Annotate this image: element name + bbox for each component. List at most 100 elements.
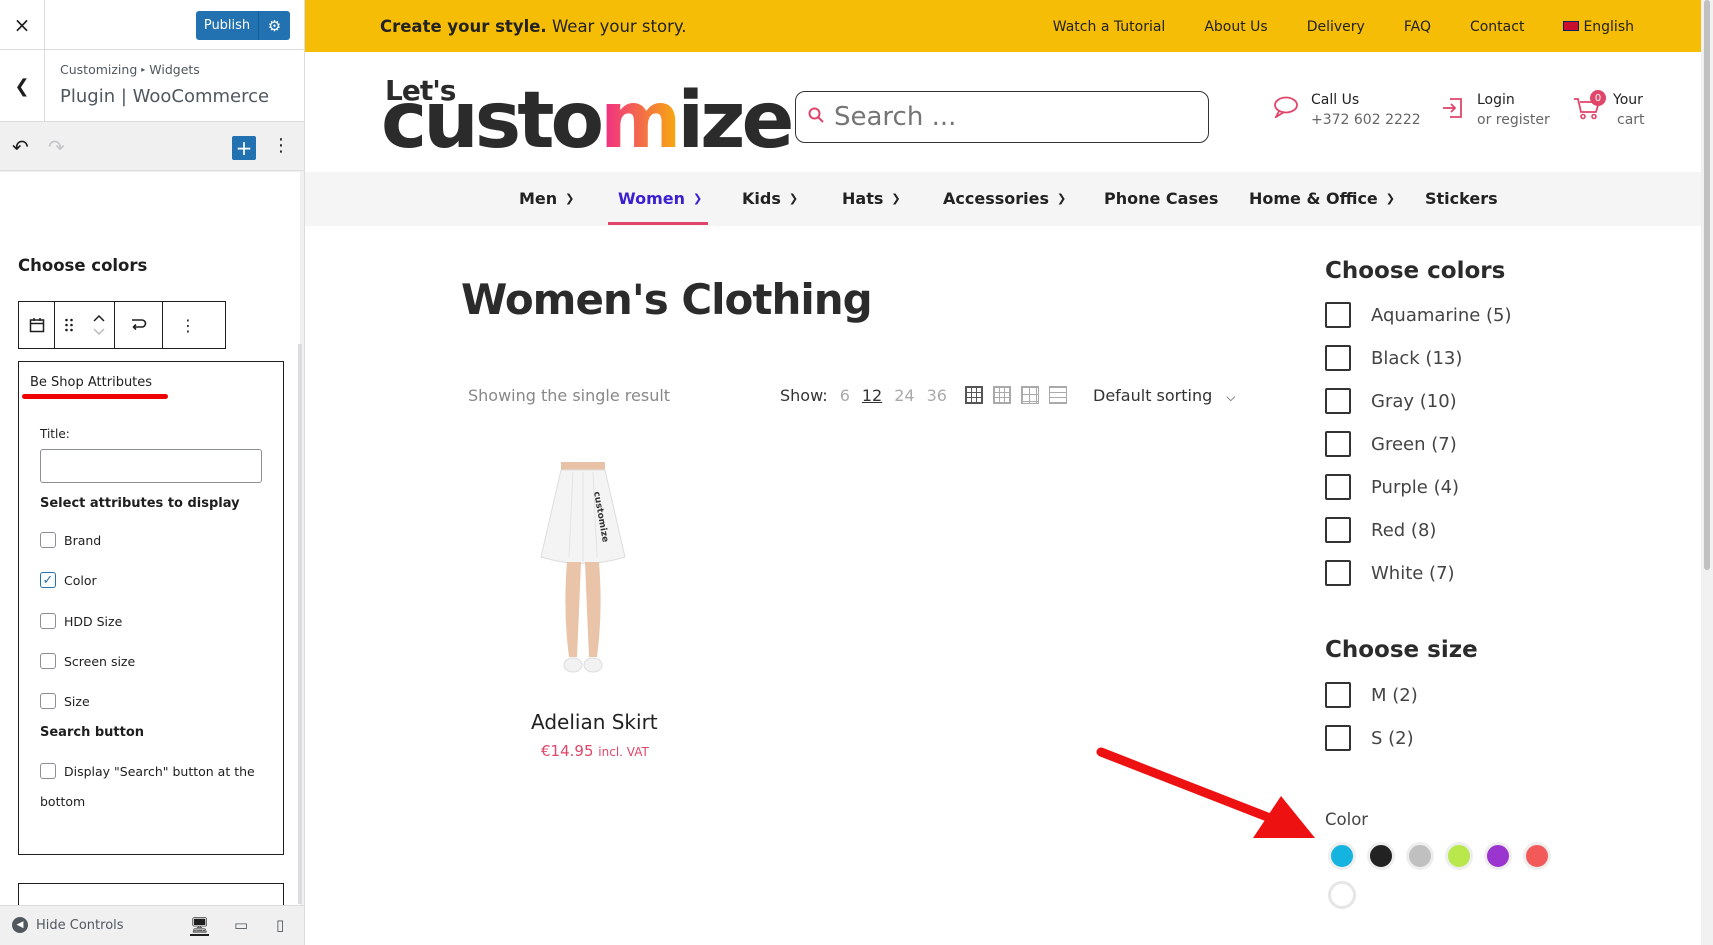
nav-stickers[interactable]: Stickers xyxy=(1425,189,1498,208)
more-options-icon[interactable]: ⋮ xyxy=(272,135,290,156)
filter-aquamarine[interactable]: Aquamarine (5) xyxy=(1325,302,1512,328)
nav-home-office[interactable]: Home & Office ❯ xyxy=(1249,189,1395,208)
gear-icon[interactable]: ⚙ xyxy=(258,11,290,40)
hdd-size-checkbox[interactable] xyxy=(40,613,56,629)
show-6[interactable]: 6 xyxy=(840,386,850,405)
results-count: Showing the single result xyxy=(468,386,671,405)
login[interactable]: Login or register xyxy=(1441,92,1550,128)
show-12[interactable]: 12 xyxy=(862,386,882,405)
sort-select[interactable]: Default sorting ⌵ xyxy=(1093,386,1235,405)
color-swatch-red[interactable] xyxy=(1523,842,1551,870)
product-name[interactable]: Adelian Skirt xyxy=(531,710,658,734)
publish-button[interactable]: Publish xyxy=(196,11,258,40)
color-checkbox[interactable]: ✓ xyxy=(40,572,56,588)
login-label: Login xyxy=(1477,92,1515,108)
link-delivery[interactable]: Delivery xyxy=(1307,19,1365,35)
language-selector[interactable]: English xyxy=(1563,19,1673,35)
color-swatch-white[interactable] xyxy=(1328,881,1356,909)
filter-checkbox[interactable] xyxy=(1325,682,1351,708)
filter-checkbox[interactable] xyxy=(1325,302,1351,328)
drag-handle-icon[interactable] xyxy=(55,302,83,348)
cart-icon: 0 xyxy=(1573,90,1606,126)
color-swatch-green[interactable] xyxy=(1445,842,1473,870)
desktop-preview-icon[interactable]: 🖥 xyxy=(190,916,210,936)
transform-icon[interactable] xyxy=(115,302,163,348)
preview-scrollbar-thumb[interactable] xyxy=(1704,0,1710,570)
widget-title[interactable]: Be Shop Attributes xyxy=(30,375,152,390)
redo-icon[interactable]: ↷ xyxy=(48,135,65,159)
cart[interactable]: 0 Your cart xyxy=(1573,90,1645,128)
filter-purple[interactable]: Purple (4) xyxy=(1325,474,1459,500)
nav-phone-cases[interactable]: Phone Cases xyxy=(1104,189,1218,208)
filter-red[interactable]: Red (8) xyxy=(1325,517,1436,543)
link-about-us[interactable]: About Us xyxy=(1204,19,1267,35)
screen-size-checkbox[interactable] xyxy=(40,653,56,669)
link-faq[interactable]: FAQ xyxy=(1404,19,1431,35)
breadcrumb-widgets: Widgets xyxy=(149,62,200,77)
undo-icon[interactable]: ↶ xyxy=(12,135,29,159)
color-swatch-gray[interactable] xyxy=(1406,842,1434,870)
attribute-size[interactable]: Size xyxy=(40,693,90,709)
call-us[interactable]: Call Us +372 602 2222 xyxy=(1273,92,1421,128)
attribute-color[interactable]: ✓ Color xyxy=(40,572,97,588)
color-swatch-black[interactable] xyxy=(1367,842,1395,870)
product-image[interactable]: customize xyxy=(533,462,633,692)
block-more-options-icon[interactable]: ⋮ xyxy=(163,302,213,348)
nav-men[interactable]: Men ❯ xyxy=(519,189,574,208)
link-contact[interactable]: Contact xyxy=(1470,19,1524,35)
search-box[interactable] xyxy=(795,91,1209,143)
filter-checkbox[interactable] xyxy=(1325,388,1351,414)
screen-size-label: Screen size xyxy=(64,653,136,669)
attribute-screen-size[interactable]: Screen size xyxy=(40,653,135,669)
filter-checkbox[interactable] xyxy=(1325,431,1351,457)
calendar-icon[interactable] xyxy=(19,302,55,348)
filter-checkbox[interactable] xyxy=(1325,560,1351,586)
color-swatch-purple[interactable] xyxy=(1484,842,1512,870)
search-input[interactable] xyxy=(834,102,1174,132)
search-button-option[interactable]: Display "Search" button at the xyxy=(40,763,255,779)
filter-gray[interactable]: Gray (10) xyxy=(1325,388,1457,414)
close-icon[interactable]: × xyxy=(0,0,45,50)
attribute-hdd-size[interactable]: HDD Size xyxy=(40,613,122,629)
filter-checkbox[interactable] xyxy=(1325,474,1351,500)
attribute-brand[interactable]: Brand xyxy=(40,532,101,548)
link-watch-tutorial[interactable]: Watch a Tutorial xyxy=(1053,19,1166,35)
filter-white[interactable]: White (7) xyxy=(1325,560,1455,586)
chevron-down-icon: ❯ xyxy=(692,192,703,205)
grid-4-icon[interactable] xyxy=(993,386,1011,404)
filter-checkbox[interactable] xyxy=(1325,345,1351,371)
title-input[interactable] xyxy=(40,449,262,483)
chevron-left-icon[interactable]: ❮ xyxy=(0,50,45,122)
nav-accessories[interactable]: Accessories ❯ xyxy=(943,189,1066,208)
mobile-preview-icon[interactable]: ▯ xyxy=(276,916,284,934)
tablet-preview-icon[interactable]: ▭ xyxy=(234,916,248,934)
size-checkbox[interactable] xyxy=(40,693,56,709)
filter-size-m[interactable]: M (2) xyxy=(1325,682,1418,708)
chevron-down-icon: ❯ xyxy=(565,192,575,205)
active-nav-indicator xyxy=(608,222,708,225)
brand-checkbox[interactable] xyxy=(40,532,56,548)
list-view-icon[interactable] xyxy=(1049,386,1067,404)
logo[interactable]: customize xyxy=(381,82,794,160)
filter-black[interactable]: Black (13) xyxy=(1325,345,1462,371)
nav-women[interactable]: Women ❯ xyxy=(618,189,702,208)
filter-checkbox[interactable] xyxy=(1325,517,1351,543)
nav-kids[interactable]: Kids ❯ xyxy=(742,189,798,208)
filter-green[interactable]: Green (7) xyxy=(1325,431,1457,457)
chat-bubble-icon xyxy=(1273,96,1299,124)
price-note: incl. VAT xyxy=(598,745,649,759)
search-button-checkbox[interactable] xyxy=(40,763,56,779)
product-price: €14.95 incl. VAT xyxy=(541,742,649,760)
move-updown-icon[interactable] xyxy=(83,302,115,348)
grid-3-icon[interactable] xyxy=(965,386,983,404)
panel-scrollbar[interactable] xyxy=(298,344,302,904)
add-block-icon[interactable]: + xyxy=(232,136,256,160)
hide-controls-button[interactable]: ◀ Hide Controls xyxy=(12,917,124,933)
filter-size-s[interactable]: S (2) xyxy=(1325,725,1414,751)
nav-hats[interactable]: Hats ❯ xyxy=(842,189,901,208)
show-label: Show: xyxy=(780,386,828,405)
show-24[interactable]: 24 xyxy=(894,386,914,405)
show-36[interactable]: 36 xyxy=(927,386,947,405)
grid-2-icon[interactable] xyxy=(1021,386,1039,404)
filter-label: Gray (10) xyxy=(1371,390,1457,412)
